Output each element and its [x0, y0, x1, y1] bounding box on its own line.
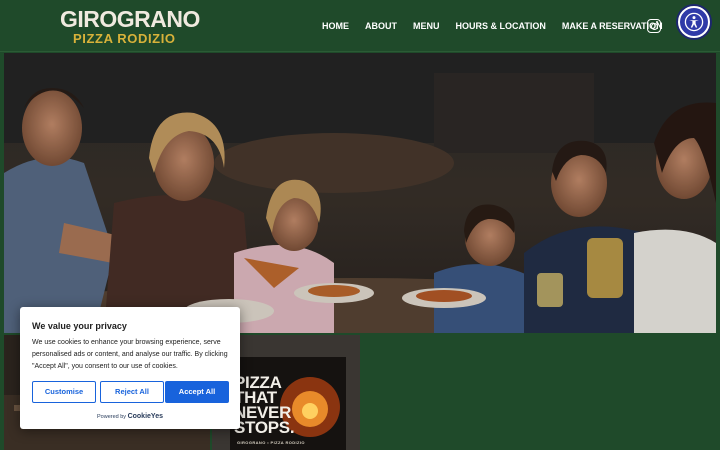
cookie-title: We value your privacy	[32, 321, 127, 331]
hero-image	[4, 53, 716, 333]
nav-home[interactable]: HOME	[322, 20, 349, 32]
cookie-body: We use cookies to enhance your browsing …	[32, 339, 228, 370]
main-nav: HOME ABOUT MENU HOURS & LOCATION MAKE A …	[322, 0, 663, 52]
page: GIROGRANO PIZZA RODIZIO HOME ABOUT MENU …	[0, 0, 720, 450]
accessibility-button[interactable]	[678, 6, 710, 38]
green-panel	[360, 335, 716, 450]
poster-footer: GIROGRANO • PIZZA RODIZIO	[237, 440, 305, 445]
hero-family-photo	[4, 53, 716, 333]
accessibility-icon	[684, 12, 704, 32]
customise-button[interactable]: Customise	[32, 381, 96, 403]
instagram-icon[interactable]	[647, 19, 661, 33]
logo-tagline: PIZZA RODIZIO	[73, 31, 176, 46]
cookieyes-logo: CookieYes	[127, 413, 163, 420]
cookie-consent-banner: We value your privacy We use cookies to …	[20, 307, 240, 429]
reject-all-button[interactable]: Reject All	[100, 381, 164, 403]
poster-headline: PIZZA THAT NEVER STOPS.	[234, 373, 295, 437]
nav-hours-location[interactable]: HOURS & LOCATION	[456, 20, 546, 32]
accept-all-button[interactable]: Accept All	[165, 381, 229, 403]
nav-menu[interactable]: MENU	[413, 20, 440, 32]
site-logo[interactable]: GIROGRANO PIZZA RODIZIO	[60, 7, 200, 47]
powered-by[interactable]: Powered by CookieYes	[20, 413, 240, 421]
nav-about[interactable]: ABOUT	[365, 20, 397, 32]
site-header: GIROGRANO PIZZA RODIZIO HOME ABOUT MENU …	[0, 0, 720, 52]
logo-wordmark: GIROGRANO	[60, 6, 200, 32]
powered-by-label: Powered by	[97, 414, 127, 420]
